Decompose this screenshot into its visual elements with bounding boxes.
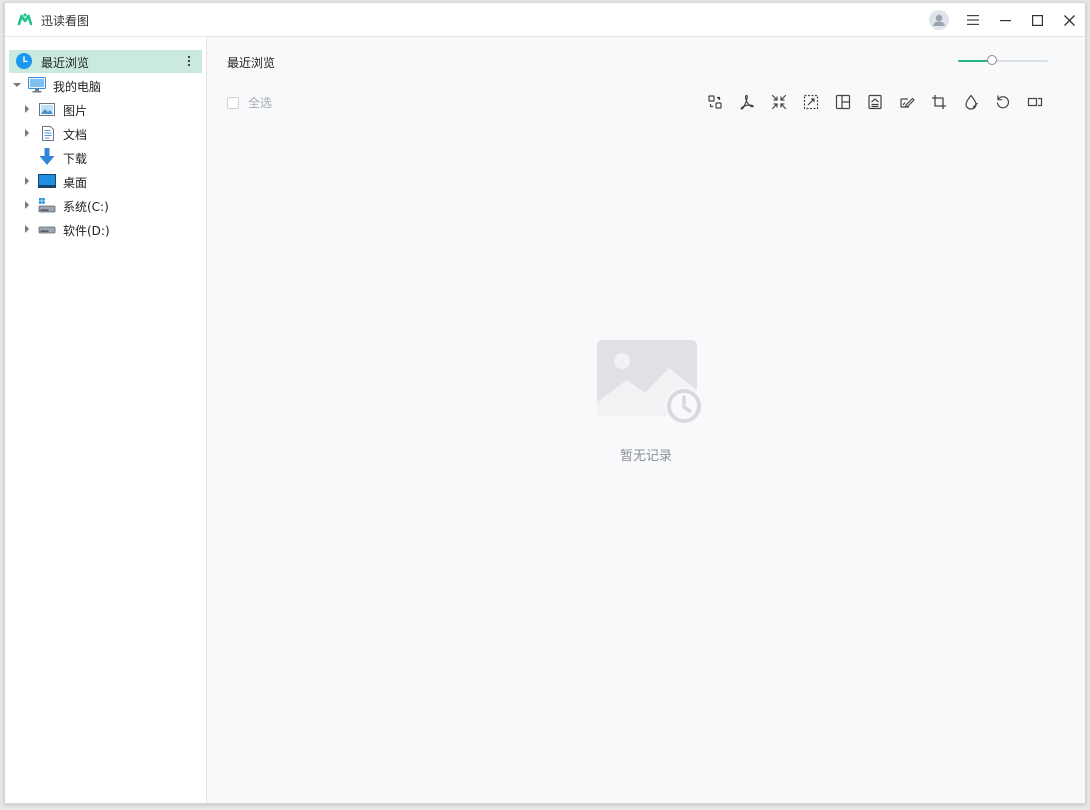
zoom-slider-thumb[interactable]	[987, 55, 998, 65]
expand-caret[interactable]	[22, 176, 32, 186]
resize-button[interactable]	[801, 92, 821, 112]
sidebar-item-label: 系统(C:)	[63, 200, 109, 214]
watermark-button[interactable]	[961, 92, 981, 112]
pdf-icon	[740, 94, 754, 110]
maximize-button[interactable]	[1025, 8, 1049, 32]
download-icon	[39, 148, 55, 166]
more-tools-button[interactable]	[1025, 92, 1045, 112]
hamburger-icon	[967, 15, 979, 25]
chevron-right-icon	[25, 225, 29, 233]
collage-button[interactable]	[833, 92, 853, 112]
sidebar-item-label: 文档	[63, 128, 88, 142]
sidebar-item-pictures[interactable]: 图片	[9, 98, 202, 121]
rotate-icon	[996, 95, 1009, 109]
expand-caret[interactable]	[22, 224, 32, 234]
expand-caret[interactable]	[22, 200, 32, 210]
empty-image-icon	[597, 340, 703, 425]
zoom-slider[interactable]	[958, 54, 1048, 68]
minimize-button[interactable]	[993, 8, 1017, 32]
image-text-icon	[868, 94, 882, 110]
clock-icon	[16, 53, 32, 69]
rotate-button[interactable]	[993, 92, 1013, 112]
drive-icon	[38, 223, 56, 235]
image-to-text-button[interactable]	[865, 92, 885, 112]
select-all-checkbox[interactable]: 全选	[227, 94, 272, 111]
sidebar-item-label: 最近浏览	[41, 56, 90, 70]
convert-icon	[708, 95, 722, 109]
crop-icon	[932, 95, 946, 109]
sidebar: 最近浏览 我的电脑 图片 文档 下载 桌面 系统(C:) 软件(D:)	[5, 37, 207, 803]
compress-icon	[771, 94, 787, 110]
empty-state-illustration	[597, 340, 707, 430]
watermark-icon	[965, 94, 978, 110]
convert-format-button[interactable]	[705, 92, 725, 112]
select-all-label: 全选	[248, 96, 273, 110]
to-pdf-button[interactable]	[737, 92, 757, 112]
app-title: 迅读看图	[41, 14, 90, 28]
close-icon	[1063, 14, 1075, 26]
desktop-icon	[38, 174, 56, 188]
system-drive-icon	[38, 197, 56, 213]
expand-caret[interactable]	[22, 104, 32, 114]
expand-caret[interactable]	[22, 128, 32, 138]
app-window: 迅读看图 最近浏览 我的电脑 图片 文档 下载 桌面 系统(C:) 软件(D:)…	[4, 2, 1086, 804]
chevron-right-icon	[25, 201, 29, 209]
checkbox[interactable]	[227, 96, 239, 109]
expand-caret[interactable]	[12, 80, 22, 90]
chevron-right-icon	[25, 105, 29, 113]
chevron-right-icon	[25, 129, 29, 137]
chevron-down-icon	[13, 83, 21, 87]
user-icon	[929, 10, 949, 30]
sidebar-item-label: 我的电脑	[53, 80, 102, 94]
documents-folder-icon	[41, 125, 54, 141]
chevron-right-icon	[25, 177, 29, 185]
compress-button[interactable]	[769, 92, 789, 112]
menu-button[interactable]	[961, 8, 985, 32]
pictures-folder-icon	[39, 102, 55, 116]
empty-state-text: 暂无记录	[619, 449, 672, 464]
more-options-icon[interactable]	[185, 55, 193, 67]
sidebar-item-drive-c[interactable]: 系统(C:)	[9, 194, 202, 217]
sidebar-item-label: 下载	[63, 152, 88, 166]
title-bar: 迅读看图	[5, 3, 1085, 37]
maximize-icon	[1031, 14, 1043, 26]
sidebar-item-recent[interactable]: 最近浏览	[9, 50, 202, 73]
sidebar-item-downloads[interactable]: 下载	[9, 146, 202, 169]
sidebar-item-label: 图片	[63, 104, 88, 118]
edit-icon	[900, 97, 915, 108]
section-title: 最近浏览	[227, 56, 276, 70]
sidebar-item-documents[interactable]: 文档	[9, 122, 202, 145]
minimize-icon	[999, 19, 1011, 21]
resize-icon	[803, 94, 819, 110]
close-button[interactable]	[1057, 8, 1081, 32]
sidebar-item-drive-d[interactable]: 软件(D:)	[9, 218, 202, 241]
sidebar-item-label: 桌面	[63, 176, 88, 190]
app-logo-icon	[17, 11, 33, 27]
crop-button[interactable]	[929, 92, 949, 112]
computer-icon	[28, 77, 46, 93]
user-avatar-button[interactable]	[927, 8, 951, 32]
sidebar-item-label: 软件(D:)	[63, 224, 110, 238]
sidebar-item-desktop[interactable]: 桌面	[9, 170, 202, 193]
more-icon	[1027, 97, 1043, 107]
sidebar-item-my-computer[interactable]: 我的电脑	[9, 74, 202, 97]
edit-image-button[interactable]	[897, 92, 917, 112]
collage-icon	[835, 94, 851, 110]
main-panel: 最近浏览 全选 暂无记录	[207, 37, 1085, 803]
